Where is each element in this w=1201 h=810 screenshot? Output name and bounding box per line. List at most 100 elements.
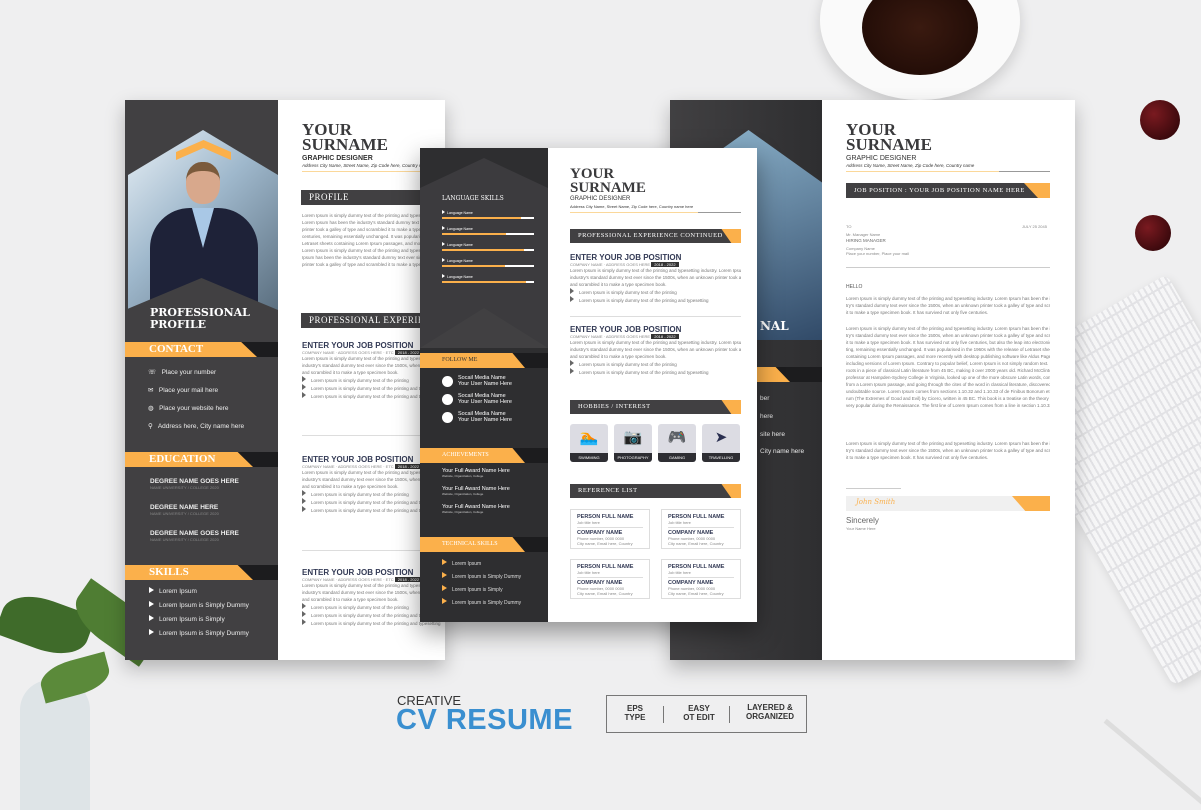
divider — [846, 488, 901, 489]
job-text: industry's standard dummy text ever sinc… — [570, 275, 741, 280]
resume-sidebar: PROFESSIONAL PROFILE CONTACT ☏ Place your… — [125, 100, 278, 660]
hobby-tile: 📷 PHOTOGRAPHY — [614, 424, 652, 462]
letter-manager: HIRING MANAGER — [846, 238, 886, 243]
person-head — [186, 162, 220, 204]
social-icon[interactable] — [442, 376, 453, 387]
letter-paragraph-2: Lorem Ipsum is simply dummy text of the … — [846, 325, 1050, 409]
cherry — [1135, 215, 1171, 251]
resume-name: YOUR SURNAME — [570, 166, 646, 196]
text-line: try's standard dummy text ever since the… — [846, 303, 1050, 308]
resume-address: Address City Name, Street Name, Zip Code… — [302, 163, 431, 168]
text-line: professor at Hampden-Sydney College in V… — [846, 375, 1050, 380]
job-text: Lorem Ipsum is simply dummy text of the … — [570, 340, 741, 345]
social-icon[interactable] — [442, 394, 453, 405]
resume-page-1: PROFESSIONAL PROFILE CONTACT ☏ Place your… — [125, 100, 445, 660]
text-line: ting, remaining essentially unchanged. I… — [846, 347, 1050, 352]
resume-title: GRAPHIC DESIGNER — [302, 155, 373, 162]
degree-item: DEGREE NAME HERE NAME UNIVERSITY / COLLEG… — [150, 504, 219, 516]
text-line: containing Lorem Ipsum passages, and mor… — [846, 354, 1050, 359]
hobbies-heading-bar: HOBBIES / INTEREST — [570, 400, 741, 414]
divider — [570, 212, 741, 213]
technical-item: Lorem Ipsum is Simply Dummy — [442, 572, 521, 580]
resume-name: YOUR SURNAME — [302, 120, 388, 155]
reference-card: PERSON FULL NAME Job title here COMPANY N… — [570, 509, 650, 549]
language-level-bar — [442, 265, 534, 267]
cover-contact-item: here — [760, 413, 774, 420]
education-heading-bar: EDUCATION — [125, 452, 278, 467]
hobby-tile: 🎮 GAMING — [658, 424, 696, 462]
text-line: from a Lorem Ipsum passage, and going th… — [846, 382, 1050, 387]
job-text: industry's standard dummy text ever sinc… — [570, 347, 741, 352]
swimming-icon: 🏊 — [579, 429, 599, 446]
coffee-cup — [820, 0, 1020, 100]
language-item: Language Name — [442, 226, 473, 231]
feature-layered: LAYERED & ORGANIZED — [746, 703, 794, 721]
text-line: it to make a type specimen book. It has … — [846, 310, 989, 315]
divider — [729, 706, 730, 723]
pen — [1103, 718, 1201, 807]
phone-icon: ☏ — [148, 369, 157, 376]
divider — [846, 267, 1050, 268]
letter-paragraph-3: Lorem Ipsum is simply dummy text of the … — [846, 440, 1050, 461]
skill-item: Lorem Ipsum — [149, 587, 197, 595]
degree-item: DEGREE NAME GOES HERE NAME UNIVERSITY / C… — [150, 530, 239, 542]
technical-item: Lorem Ipsum is Simply Dummy — [442, 598, 521, 606]
job-bullet: Lorem Ipsum is simply dummy text of the … — [570, 368, 741, 376]
letter-paragraph-1: Lorem Ipsum is simply dummy text of the … — [846, 295, 1050, 316]
feature-eps: EPS TYPE — [624, 704, 646, 722]
reference-heading-bar: REFERENCE LIST — [570, 484, 741, 498]
reference-card: PERSON FULL NAME Job title here COMPANY N… — [661, 509, 741, 549]
skill-item: Lorem Ipsum is Simply Dummy — [149, 629, 249, 637]
text-line: undoubtable source. Lorem Ipsum comes fr… — [846, 389, 1050, 394]
sincerely: Sincerely — [846, 516, 879, 525]
contact-item: ⚲ Address here, City name here — [148, 423, 245, 430]
language-level-bar — [442, 281, 534, 283]
contact-item: ✉ Place your mail here — [148, 387, 219, 394]
text-line: Lorem Ipsum is simply dummy text of the … — [846, 441, 1050, 446]
signature-bar: John Smith — [846, 496, 1050, 511]
achievements-heading-bar: ACHIEVEMENTS — [420, 448, 548, 463]
social-item[interactable]: Socail Media Name Your User Name Here — [458, 375, 512, 387]
letter-to: TO — [846, 224, 852, 229]
job-bullet: Lorem Ipsum is simply dummy text of the … — [570, 296, 741, 304]
social-icon[interactable] — [442, 412, 453, 423]
cover-title: GRAPHIC DESIGNER — [846, 155, 917, 162]
text-line: try's standard dummy text ever since the… — [846, 448, 1050, 453]
job-bullet: Lorem Ipsum is simply dummy text of the … — [570, 288, 741, 296]
text-line: very popular during the Renaissance. The… — [846, 403, 1050, 408]
social-item[interactable]: Socail Media Name Your User Name Here — [458, 411, 512, 423]
hobby-tile: 🏊 SWIMMING — [570, 424, 608, 462]
letter-date: JULY 25 2045 — [1022, 224, 1047, 229]
cherry — [1140, 100, 1180, 140]
contact-item: ◍ Place your website here — [148, 405, 229, 412]
globe-icon: ◍ — [148, 405, 154, 412]
mail-icon: ✉ — [148, 387, 154, 394]
feature-easy-edit: EASY OT EDIT — [683, 704, 715, 722]
sidebar-heading: PROFESSIONAL PROFILE — [150, 306, 250, 331]
divider — [570, 316, 741, 317]
bullet-icon — [149, 615, 154, 621]
follow-heading-bar: FOLLOW ME — [420, 353, 548, 368]
language-level-bar — [442, 233, 534, 235]
reference-card: PERSON FULL NAME Job title here COMPANY N… — [570, 559, 650, 599]
award-item: Your Full Award Name Here Website, Organi… — [442, 468, 510, 478]
feature-box: EPS TYPE EASY OT EDIT LAYERED & ORGANIZED — [606, 695, 807, 733]
text-line: Lorem Ipsum is simply dummy text of the … — [846, 296, 1050, 301]
sign-name: Your Name Here — [846, 526, 876, 531]
coffee — [862, 0, 978, 75]
cover-address: Address City Name, Street Name, Zip Code… — [846, 163, 975, 168]
text-line: including versions of Lorem Ipsum. Contr… — [846, 361, 1050, 366]
contact-item: ☏ Place your number — [148, 369, 217, 376]
skill-item: Lorem Ipsum is Simply — [149, 615, 225, 623]
social-item[interactable]: Socail Media Name Your User Name Here — [458, 393, 512, 405]
letter-mr: Mr. Manager Name — [846, 232, 881, 237]
photo-accent — [176, 140, 231, 160]
resume-page-2: LANGUAGE SKILLS Language Name Language N… — [420, 148, 757, 622]
skill-item: Lorem Ipsum is Simply Dummy — [149, 601, 249, 609]
contact-heading-bar: CONTACT — [125, 342, 278, 357]
resume-title: GRAPHIC DESIGNER — [570, 196, 631, 202]
job-title: ENTER YOUR JOB POSITION — [570, 325, 682, 334]
signature: John Smith — [856, 498, 896, 506]
letter-place: Place your number, Place your mail — [846, 251, 909, 256]
gamepad-icon: 🎮 — [667, 429, 687, 446]
